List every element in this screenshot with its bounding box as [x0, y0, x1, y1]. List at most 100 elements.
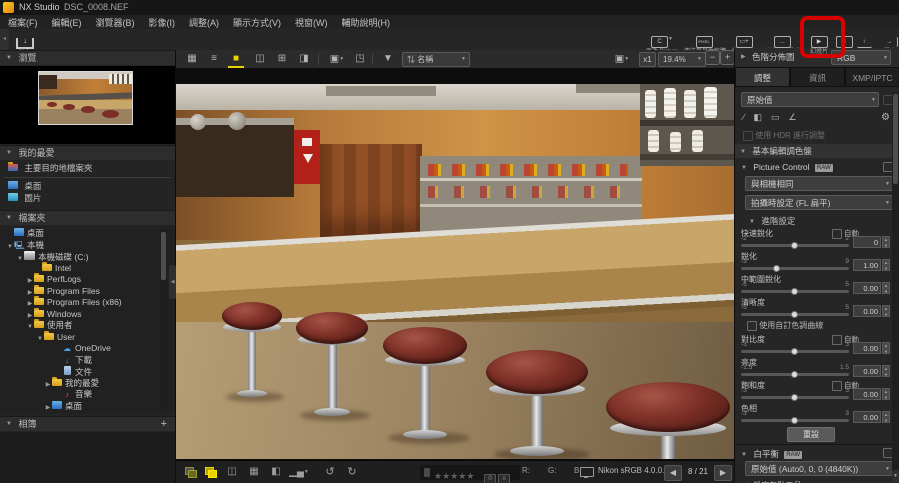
- add-album-button[interactable]: +: [161, 417, 167, 432]
- hdr-checkbox-row[interactable]: 使用 HDR 進行調整: [743, 130, 825, 141]
- tree-item-this-pc[interactable]: ▼🖳 本機: [6, 240, 164, 252]
- slider-thumb[interactable]: [791, 394, 798, 401]
- menu-window[interactable]: 視窗(W): [295, 16, 328, 29]
- menu-edit[interactable]: 編輯(E): [52, 16, 82, 29]
- slider-value[interactable]: 0.00: [853, 388, 881, 400]
- tree-item-intel[interactable]: Intel: [34, 261, 175, 275]
- upload-button[interactable]: ↑ 上載: [850, 30, 878, 55]
- hdr-checkbox[interactable]: [743, 130, 753, 141]
- slider-thumb[interactable]: [791, 417, 798, 424]
- menu-browser[interactable]: 瀏覽器(B): [96, 16, 135, 29]
- slider-track[interactable]: [741, 288, 849, 295]
- sort-dropdown[interactable]: ⇅ 名稱 ▼: [402, 52, 470, 67]
- picture-control-button[interactable]: C▼ 更改 Picture Control: [642, 30, 682, 62]
- picture-control-dropdown[interactable]: 與相機相同 ▼: [745, 176, 893, 191]
- tree-item-music[interactable]: ♪ 音樂: [54, 389, 175, 401]
- tree-item-windows[interactable]: ▶ Windows: [26, 307, 175, 321]
- export-button[interactable]: → 匯出: [876, 30, 899, 55]
- slider-thumb[interactable]: [772, 265, 780, 272]
- tree-item-user[interactable]: ▼ User: [36, 330, 175, 344]
- tree-item-documents[interactable]: 文件: [54, 366, 175, 378]
- slider-track[interactable]: [741, 348, 849, 355]
- image-viewer[interactable]: [176, 68, 734, 460]
- stepper[interactable]: ▲ ▼: [882, 388, 890, 400]
- tab-adjustments[interactable]: 調整: [735, 67, 790, 87]
- slider-track[interactable]: [741, 265, 849, 272]
- compare-view-icon[interactable]: ◨: [296, 53, 312, 65]
- tree-scrollbar-thumb[interactable]: [161, 232, 166, 280]
- fullscreen-icon[interactable]: ◳: [352, 53, 368, 65]
- show-palette-icon[interactable]: [182, 466, 198, 478]
- send-to-other-software-button[interactable]: PIXEL 傳送至其他軟體: [684, 30, 726, 55]
- white-balance-dropdown[interactable]: 原始值 (Auto0, 0, 0 (4840K)) ▼: [745, 461, 893, 476]
- tree-item-desktop[interactable]: 桌面: [6, 228, 164, 240]
- white-balance-section[interactable]: ▼ 白平衡 RAW: [741, 448, 802, 460]
- slider-value[interactable]: 0.00: [853, 342, 881, 354]
- slider-thumb[interactable]: [791, 288, 798, 295]
- list-view-icon[interactable]: ≡: [206, 53, 222, 65]
- menu-image[interactable]: 影像(I): [149, 16, 176, 29]
- info-overlay-icon[interactable]: ◧: [268, 466, 284, 478]
- crop-icon[interactable]: ▭: [771, 112, 789, 122]
- slider-track[interactable]: [741, 417, 849, 424]
- slider-value[interactable]: 0: [853, 236, 881, 248]
- slider-value[interactable]: 0.00: [853, 365, 881, 377]
- slider-thumb[interactable]: [791, 371, 798, 378]
- zoom-level-dropdown[interactable]: 19.4% ▼: [658, 52, 706, 67]
- fit-to-screen-icon[interactable]: ▣▼: [610, 53, 634, 65]
- tree-item-onedrive[interactable]: ☁ OneDrive: [54, 343, 175, 355]
- favorite-primary-destination[interactable]: 主要目的地檔案夾: [0, 162, 175, 174]
- slider-thumb[interactable]: [791, 311, 798, 318]
- four-up-view-icon[interactable]: ⊞: [274, 53, 290, 65]
- slider-thumb[interactable]: [791, 242, 798, 249]
- menu-help[interactable]: 輔助說明(H): [342, 16, 391, 29]
- stepper[interactable]: ▲ ▼: [882, 282, 890, 294]
- grid-overlay-icon[interactable]: ▦: [246, 466, 262, 478]
- menu-file[interactable]: 檔案(F): [8, 16, 38, 29]
- folders-section-header[interactable]: ▼ 檔案夾: [0, 210, 175, 225]
- zoom-out-icon[interactable]: −: [705, 50, 720, 65]
- tree-item-c-drive[interactable]: ▼ 本機磁碟 (C:): [16, 251, 174, 263]
- favorite-desktop[interactable]: 桌面: [0, 181, 175, 192]
- tab-info[interactable]: 資訊: [790, 67, 845, 87]
- slider-value[interactable]: 0.00: [853, 282, 881, 294]
- tree-item-users[interactable]: ▼ 使用者: [26, 319, 175, 332]
- tree-item-program-files[interactable]: ▶ Program Files: [26, 284, 175, 298]
- scroll-down-arrow-icon[interactable]: ▼: [892, 470, 899, 482]
- basic-adjustments-section[interactable]: ▼ 基本編輯調色盤: [735, 144, 893, 158]
- tree-item-downloads[interactable]: ↓ 下載: [54, 355, 175, 367]
- edit-video-button[interactable]: ▭+ 編輯影片: [724, 30, 764, 55]
- menu-adjust[interactable]: 調整(A): [189, 16, 219, 29]
- stepper[interactable]: ▲ ▼: [882, 236, 890, 248]
- other-apps-button[interactable]: … 其他應用程式: [762, 30, 802, 55]
- before-after-icon[interactable]: ◫: [224, 466, 240, 478]
- retouch-brush-icon[interactable]: ∕: [743, 112, 754, 122]
- next-image-button[interactable]: ▶: [714, 465, 732, 481]
- stepper[interactable]: ▲ ▼: [882, 411, 890, 423]
- slider-value[interactable]: 0.00: [853, 305, 881, 317]
- slider-value[interactable]: 1.00: [853, 259, 881, 271]
- previous-image-button[interactable]: ◀: [664, 465, 682, 481]
- slider-value[interactable]: 0.00: [853, 411, 881, 423]
- slider-track[interactable]: [741, 394, 849, 401]
- image-view-icon[interactable]: ■: [228, 53, 244, 65]
- tree-item-perflogs[interactable]: ▶ PerfLogs: [26, 273, 175, 286]
- redo-icon[interactable]: ↻: [344, 466, 360, 478]
- split-view-icon[interactable]: ◫: [252, 53, 268, 65]
- tab-xmp-iptc[interactable]: XMP/IPTC: [845, 67, 899, 87]
- custom-curve-checkbox[interactable]: [747, 320, 757, 331]
- histogram-overlay-icon[interactable]: ▁▄▼: [288, 466, 310, 478]
- favorites-section-header[interactable]: ▼ 我的最愛: [0, 145, 175, 160]
- panel-scrollbar-thumb[interactable]: [893, 94, 898, 184]
- tree-item-desktop-folder[interactable]: ▶ 桌面: [44, 400, 175, 413]
- slider-track[interactable]: [741, 371, 849, 378]
- straighten-icon[interactable]: ∠: [789, 112, 806, 122]
- picture-control-section[interactable]: ▼ Picture Control RAW: [741, 162, 833, 172]
- xmp-badge[interactable]: ≡: [498, 467, 510, 483]
- zoom-actual-button[interactable]: x1: [639, 52, 656, 67]
- stepper[interactable]: ▲ ▼: [882, 305, 890, 317]
- thumbnail-grid-view-icon[interactable]: ▦: [184, 53, 200, 65]
- import-button[interactable]: ↓ 匯入: [8, 30, 42, 56]
- reset-button[interactable]: 重設: [787, 427, 835, 442]
- rating-icon[interactable]: [424, 468, 430, 477]
